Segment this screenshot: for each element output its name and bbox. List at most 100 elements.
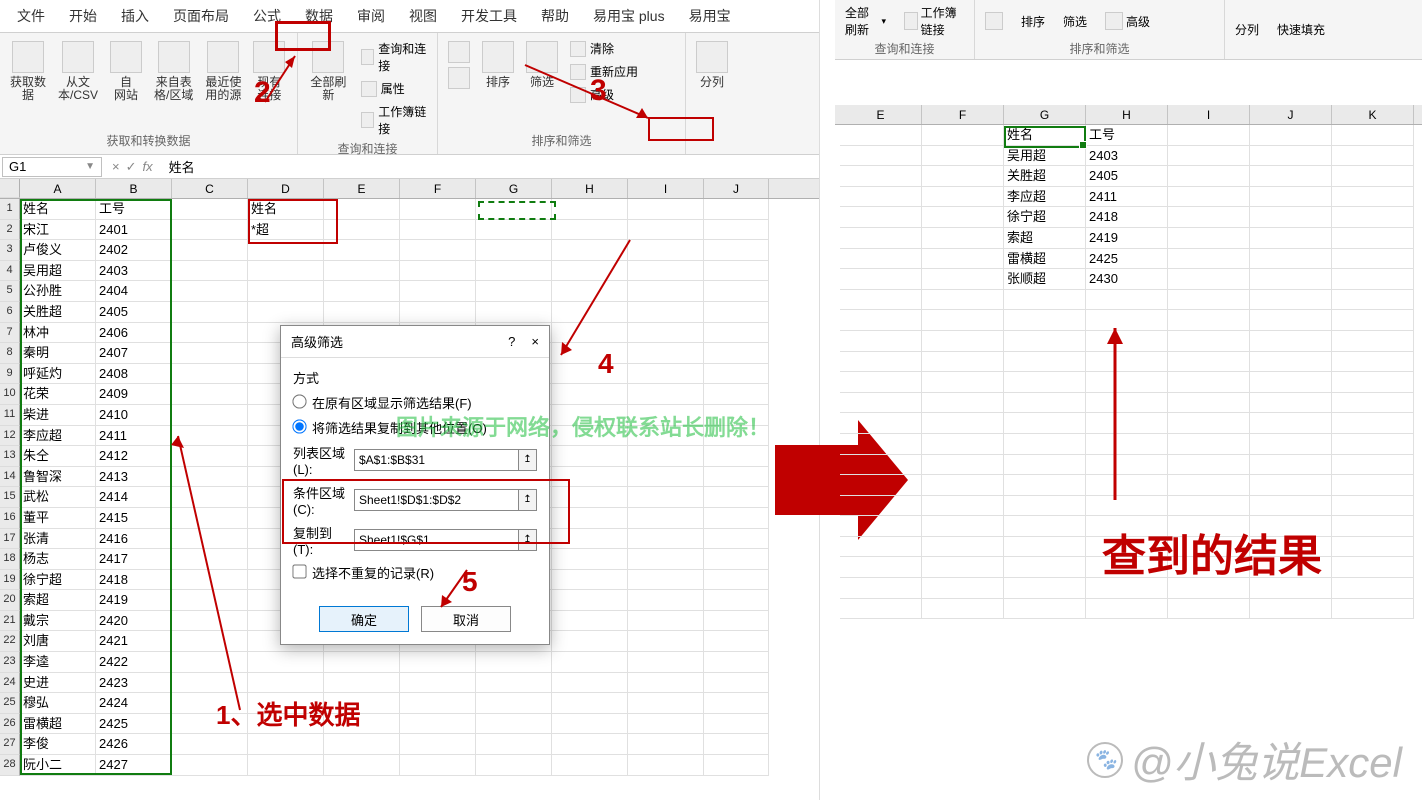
cell[interactable]: 2425 [96,714,172,735]
cell[interactable] [704,240,769,261]
ribbon-btn[interactable]: 来自表格/区域 [148,37,199,106]
ribbon-btn[interactable]: 自网站 [104,37,148,106]
cell[interactable] [704,755,769,776]
cell[interactable]: 2410 [96,405,172,426]
ribbon-btn[interactable]: 获取数据 [4,37,52,106]
cell[interactable] [922,228,1004,249]
cell[interactable]: 2413 [96,467,172,488]
cell[interactable] [628,570,704,591]
cell[interactable] [324,261,400,282]
cell[interactable] [1168,166,1250,187]
cell[interactable] [1332,352,1414,373]
cell[interactable] [1004,516,1086,537]
sort-az-icon[interactable] [981,10,1007,32]
cell[interactable] [324,693,400,714]
cell[interactable] [1168,146,1250,167]
cell[interactable]: 2409 [96,384,172,405]
cell[interactable]: 2411 [1086,187,1168,208]
cell[interactable] [552,549,628,570]
cell[interactable] [628,220,704,241]
cell[interactable] [922,249,1004,270]
cell[interactable] [1332,331,1414,352]
ok-button[interactable]: 确定 [319,606,409,632]
cell[interactable] [1004,537,1086,558]
cell[interactable] [1168,269,1250,290]
cell[interactable]: 卢俊义 [20,240,96,261]
col-header-H[interactable]: H [1086,105,1168,124]
cell[interactable] [172,220,248,241]
cell[interactable] [476,755,552,776]
cell[interactable] [1004,331,1086,352]
cell[interactable] [1004,455,1086,476]
cell[interactable] [400,302,476,323]
cell[interactable] [922,269,1004,290]
tab-数据[interactable]: 数据 [293,0,345,33]
row-header[interactable]: 15 [0,487,20,508]
cell[interactable]: 公孙胜 [20,281,96,302]
cell[interactable] [1332,537,1414,558]
cell[interactable] [1250,496,1332,517]
cell[interactable] [922,557,1004,578]
cell[interactable] [172,343,248,364]
range-picker-icon[interactable]: ↥ [519,489,537,511]
cell[interactable]: 2407 [96,343,172,364]
sort-button[interactable]: 排序 [1017,11,1049,32]
cell[interactable] [628,426,704,447]
cell[interactable]: 林冲 [20,323,96,344]
cell[interactable] [1004,434,1086,455]
cell[interactable] [400,199,476,220]
row-header[interactable]: 20 [0,590,20,611]
row-header[interactable]: 23 [0,652,20,673]
cell[interactable] [1332,599,1414,620]
cell[interactable] [1250,475,1332,496]
cell[interactable] [1332,249,1414,270]
cell[interactable] [552,508,628,529]
cell[interactable] [1168,187,1250,208]
cell[interactable] [704,487,769,508]
cell[interactable] [552,693,628,714]
cell[interactable] [1332,475,1414,496]
cell[interactable] [922,187,1004,208]
cell[interactable]: 2418 [96,570,172,591]
cell[interactable] [1004,599,1086,620]
cell[interactable]: 李俊 [20,734,96,755]
col-header-D[interactable]: D [248,179,324,198]
cell[interactable] [1004,310,1086,331]
cell[interactable]: 宋江 [20,220,96,241]
col-header-G[interactable]: G [476,179,552,198]
cell[interactable] [552,631,628,652]
cell[interactable]: 2419 [1086,228,1168,249]
cell[interactable] [1250,557,1332,578]
cell[interactable] [1332,496,1414,517]
cell[interactable] [552,323,628,344]
cell[interactable] [552,570,628,591]
row-header[interactable]: 3 [0,240,20,261]
name-box[interactable]: G1▼ [2,157,102,177]
unique-records-checkbox[interactable] [292,564,306,578]
cell[interactable] [1168,455,1250,476]
cell[interactable] [552,467,628,488]
cell[interactable] [922,475,1004,496]
cell[interactable] [248,755,324,776]
radio-copy-to-location[interactable] [292,419,306,433]
ribbon-mini[interactable]: 属性 [355,77,433,100]
tab-文件[interactable]: 文件 [5,0,57,33]
cell[interactable] [552,199,628,220]
cell[interactable] [172,508,248,529]
cell[interactable]: 2421 [96,631,172,652]
formula-input[interactable]: 姓名 [163,157,819,176]
cell[interactable]: 2403 [1086,146,1168,167]
cell[interactable]: 吴用超 [20,261,96,282]
cell[interactable] [324,734,400,755]
cell[interactable] [922,146,1004,167]
cell[interactable] [922,393,1004,414]
cell[interactable] [628,240,704,261]
cell[interactable] [704,570,769,591]
cell[interactable]: 2422 [96,652,172,673]
cell[interactable] [1168,578,1250,599]
cell[interactable]: 2405 [96,302,172,323]
fx-icon[interactable]: fx [143,159,153,175]
cell[interactable] [248,693,324,714]
cell[interactable] [1250,434,1332,455]
cell[interactable] [172,487,248,508]
